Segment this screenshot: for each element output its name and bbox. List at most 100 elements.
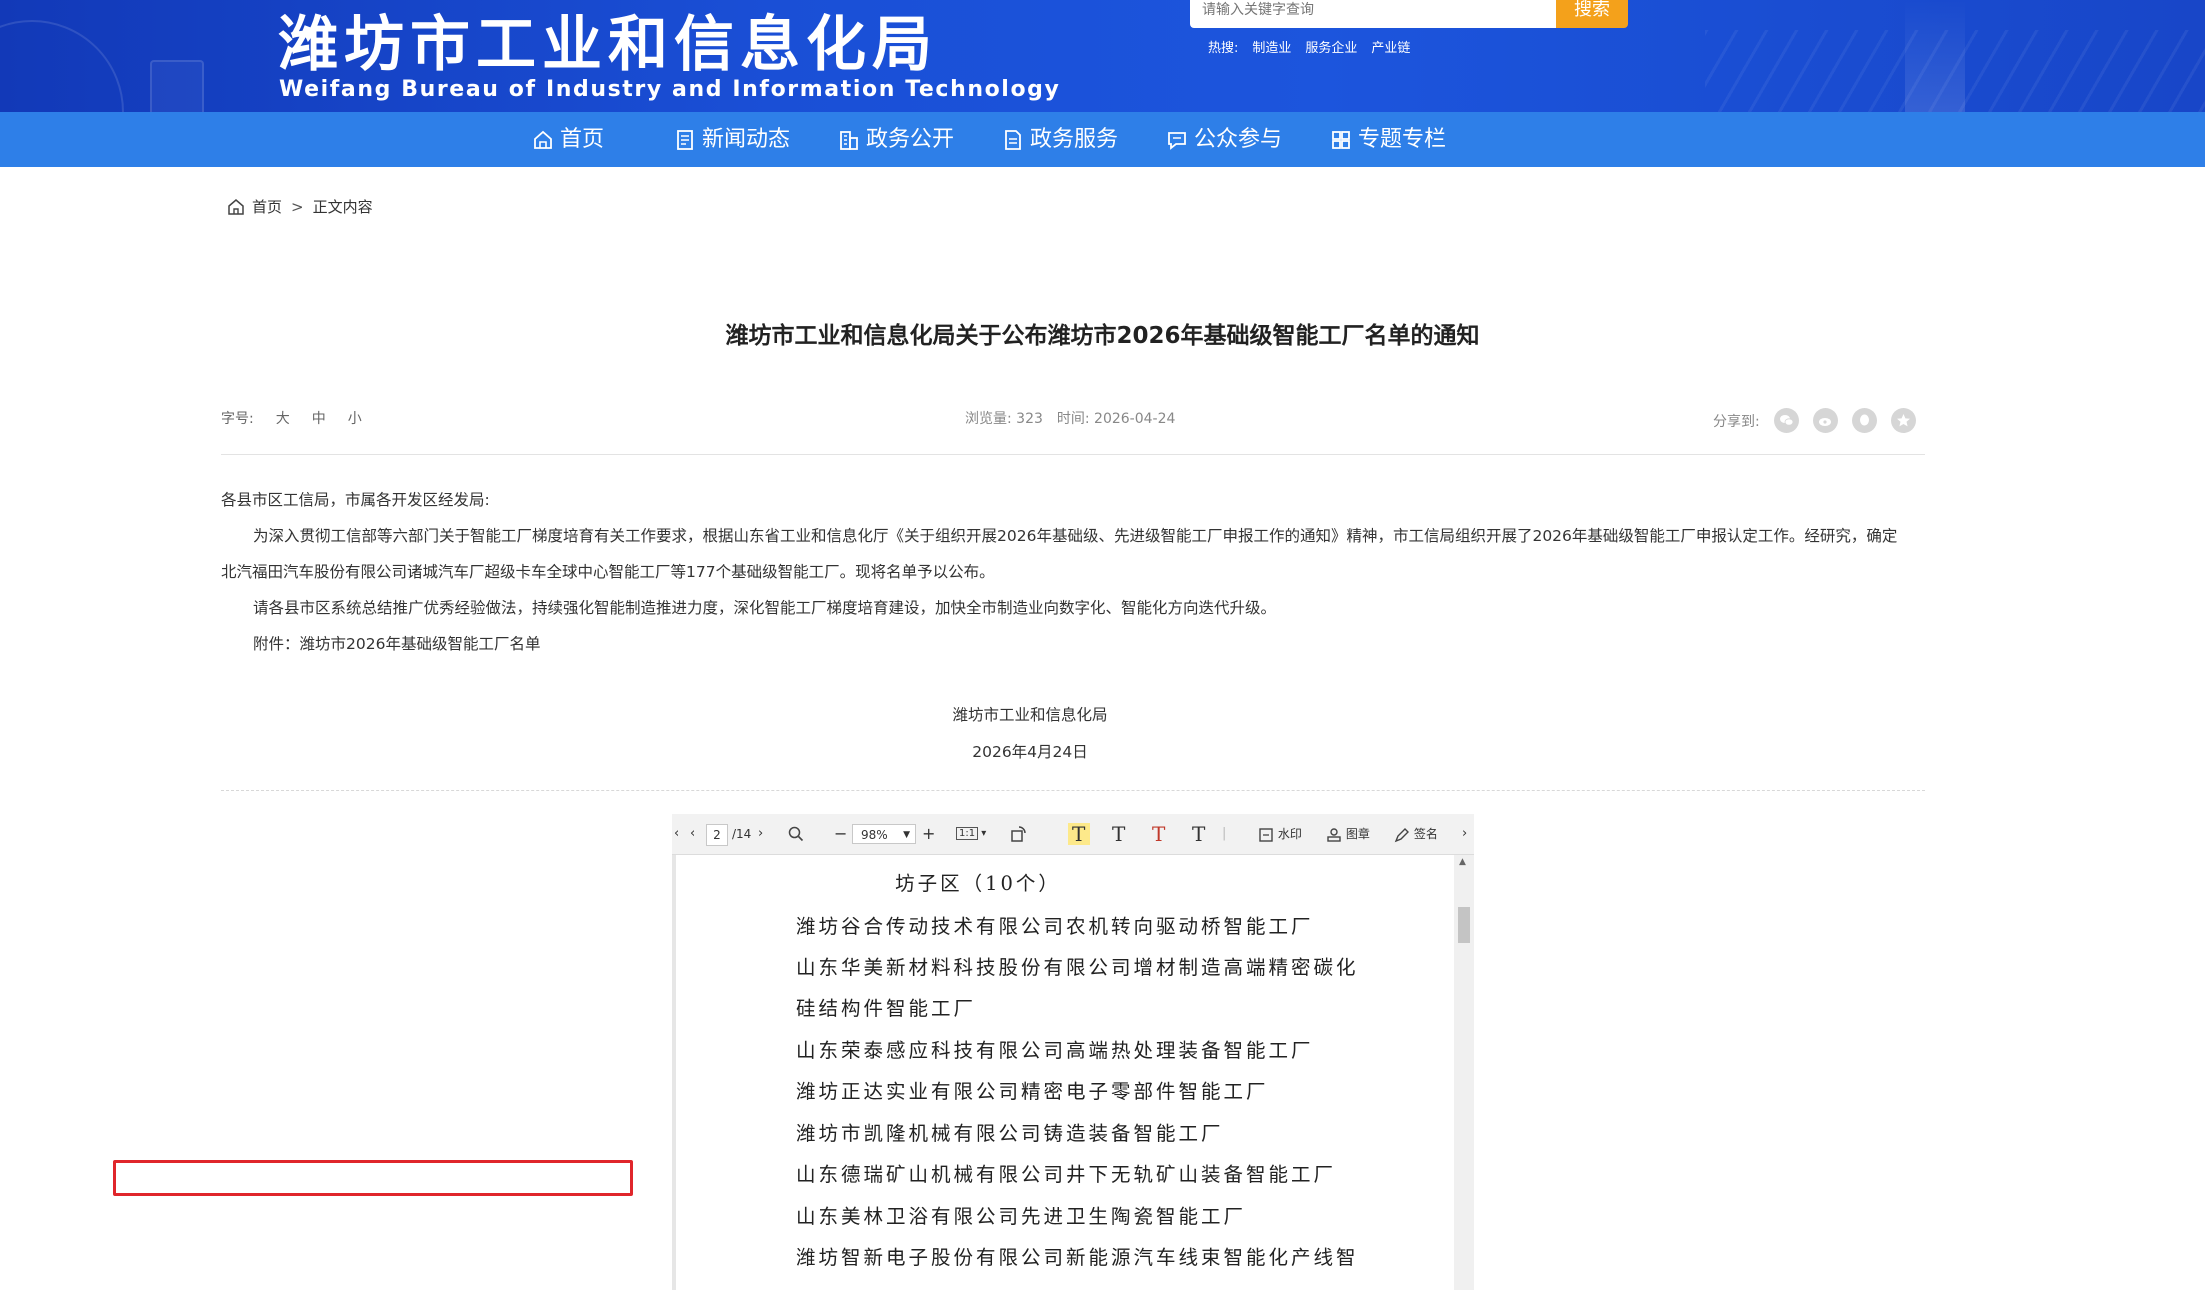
- qq-icon[interactable]: [1851, 408, 1877, 433]
- hot-search-item[interactable]: 服务企业: [1305, 41, 1357, 56]
- signature-date: 2026年4月24日: [972, 743, 1088, 761]
- qzone-icon[interactable]: [1890, 408, 1916, 433]
- font-size-medium[interactable]: 中: [312, 411, 326, 427]
- fit-label: 1:1: [956, 827, 979, 840]
- site-subtitle: Weifang Bureau of Industry and Informati…: [279, 77, 1061, 102]
- article-meta: 浏览量: 323 时间: 2026-04-24: [965, 408, 1189, 428]
- scroll-up-icon[interactable]: ▲: [1459, 857, 1466, 867]
- chevron-left-icon[interactable]: ‹: [690, 814, 695, 854]
- doc-heading: 坊子区（10个）: [895, 872, 1061, 895]
- sign-button[interactable]: 签名: [1394, 814, 1438, 854]
- highlight-text-icon[interactable]: T: [1072, 814, 1085, 854]
- hot-search-item[interactable]: 产业链: [1371, 41, 1410, 56]
- stamp-button[interactable]: 图章: [1326, 814, 1370, 854]
- nav-label: 新闻动态: [702, 127, 791, 152]
- zoom-select[interactable]: 98% ▼: [852, 824, 916, 844]
- header-banner: 潍坊市工业和信息化局 Weifang Bureau of Industry an…: [0, 0, 2205, 112]
- nav-item-home[interactable]: 首页: [532, 112, 604, 167]
- breadcrumb: 首页 > 正文内容: [227, 196, 373, 217]
- doc-line: 山东华美新材料科技股份有限公司增材制造高端精密碳化: [796, 956, 1359, 979]
- chevron-right-icon[interactable]: ›: [758, 814, 763, 854]
- article-body: 各县市区工信局，市属各开发区经发局: 为深入贯彻工信部等六部门关于智能工厂梯度培…: [221, 482, 1911, 662]
- nav-label: 专题专栏: [1358, 127, 1447, 152]
- toolbar-separator: |: [1222, 826, 1227, 841]
- attachment-line[interactable]: 附件：潍坊市2026年基础级智能工厂名单: [221, 626, 1911, 662]
- nav-label: 政务服务: [1030, 127, 1119, 152]
- stamp-icon: [1327, 827, 1341, 842]
- article-title: 潍坊市工业和信息化局关于公布潍坊市2026年基础级智能工厂名单的通知: [725, 323, 1480, 349]
- fit-page-icon[interactable]: 1:1 ▾: [956, 814, 986, 854]
- doc-line: 潍坊正达实业有限公司精密电子零部件智能工厂: [796, 1080, 1269, 1103]
- chevron-right-icon[interactable]: ›: [1462, 814, 1467, 854]
- breadcrumb-home[interactable]: 首页: [252, 196, 282, 217]
- doc-line: 山东美林卫浴有限公司先进卫生陶瓷智能工厂: [796, 1205, 1247, 1228]
- font-size-controls: 字号: 大 中 小: [221, 408, 384, 428]
- breadcrumb-current: 正文内容: [312, 198, 373, 216]
- page-total: /14: [732, 827, 752, 841]
- salutation: 各县市区工信局，市属各开发区经发局:: [221, 491, 490, 509]
- breadcrumb-separator: >: [291, 197, 304, 216]
- doc-line: 潍坊智新电子股份有限公司新能源汽车线束智能化产线智: [796, 1246, 1359, 1269]
- text-icon[interactable]: T: [1192, 814, 1205, 854]
- publish-time: 时间: 2026-04-24: [1056, 411, 1176, 427]
- watermark-label: 水印: [1277, 827, 1302, 841]
- wechat-icon[interactable]: [1773, 408, 1799, 433]
- hot-search: 热搜: 制造业 服务企业 产业链: [1208, 37, 1424, 56]
- underline-text-icon[interactable]: T: [1112, 814, 1125, 854]
- watermark-icon: [1259, 827, 1273, 842]
- font-size-small[interactable]: 小: [348, 411, 362, 427]
- nav-item-news[interactable]: 新闻动态: [674, 112, 790, 167]
- home-icon: [534, 130, 552, 149]
- search-button[interactable]: 搜索: [1556, 0, 1628, 28]
- nav-item-public[interactable]: 政务公开: [838, 112, 954, 167]
- building-icon: [840, 130, 858, 150]
- main-nav: 首页 新闻动态 政务公开 政务服务 公众参与 专题专栏: [0, 112, 2205, 167]
- nav-item-topics[interactable]: 专题专栏: [1330, 112, 1446, 167]
- search-icon[interactable]: [788, 826, 804, 842]
- nav-item-service[interactable]: 政务服务: [1002, 112, 1118, 167]
- sign-label: 签名: [1413, 827, 1438, 841]
- stamp-label: 图章: [1345, 827, 1370, 841]
- site-title[interactable]: 潍坊市工业和信息化局: [278, 0, 938, 83]
- banner-decoration: [1705, 30, 2205, 112]
- page-number-input[interactable]: 2: [706, 824, 728, 846]
- pdf-page: 坊子区（10个） 潍坊谷合传动技术有限公司农机转向驱动桥智能工厂 山东华美新材料…: [676, 855, 1454, 1290]
- font-size-label: 字号:: [221, 411, 254, 427]
- home-icon: [228, 198, 244, 215]
- hot-search-item[interactable]: 制造业: [1252, 41, 1291, 56]
- font-size-large[interactable]: 大: [276, 411, 290, 427]
- pdf-toolbar: ‹ ‹ 2 /14 › − 98% ▼ + 1:1 ▾ T T T T | 水印 …: [672, 814, 1474, 855]
- banner-decoration: [150, 60, 204, 112]
- rotate-icon[interactable]: [1010, 825, 1028, 843]
- doc-line: 潍坊谷合传动技术有限公司农机转向驱动桥智能工厂: [796, 915, 1314, 938]
- pdf-viewer: ‹ ‹ 2 /14 › − 98% ▼ + 1:1 ▾ T T T T | 水印 …: [672, 814, 1474, 1290]
- nav-label: 公众参与: [1194, 127, 1283, 152]
- chat-icon: [1168, 131, 1186, 150]
- divider: [221, 790, 1925, 791]
- grid-icon: [1332, 130, 1350, 149]
- highlight-box: [113, 1160, 633, 1196]
- search-input[interactable]: [1190, 0, 1556, 28]
- weibo-icon[interactable]: [1812, 408, 1838, 433]
- pdf-scrollbar[interactable]: ▲: [1454, 855, 1474, 1290]
- zoom-value: 98%: [861, 828, 888, 842]
- prev-page-icon[interactable]: ‹: [674, 814, 679, 854]
- doc-line-highlighted: 山东德瑞矿山机械有限公司井下无轨矿山装备智能工厂: [796, 1163, 1337, 1186]
- watermark-button[interactable]: 水印: [1258, 814, 1302, 854]
- news-icon: [677, 129, 693, 150]
- scrollbar-thumb[interactable]: [1458, 907, 1470, 943]
- hot-search-label: 热搜:: [1208, 41, 1239, 56]
- zoom-out-icon[interactable]: −: [834, 814, 847, 854]
- chevron-down-icon: ▼: [903, 830, 910, 840]
- document-icon: [1005, 129, 1021, 150]
- nav-item-participation[interactable]: 公众参与: [1166, 112, 1282, 167]
- paragraph: 请各县市区系统总结推广优秀经验做法，持续强化智能制造推进力度，深化智能工厂梯度培…: [253, 599, 1277, 617]
- doc-line: 山东荣泰感应科技有限公司高端热处理装备智能工厂: [796, 1039, 1314, 1062]
- share-label: 分享到:: [1713, 413, 1760, 430]
- zoom-in-icon[interactable]: +: [922, 814, 935, 854]
- banner-decoration: [0, 20, 124, 112]
- nav-label: 首页: [560, 127, 605, 152]
- doc-line: 硅结构件智能工厂: [796, 997, 977, 1020]
- strikethrough-icon[interactable]: T: [1152, 814, 1165, 854]
- nav-label: 政务公开: [866, 127, 955, 152]
